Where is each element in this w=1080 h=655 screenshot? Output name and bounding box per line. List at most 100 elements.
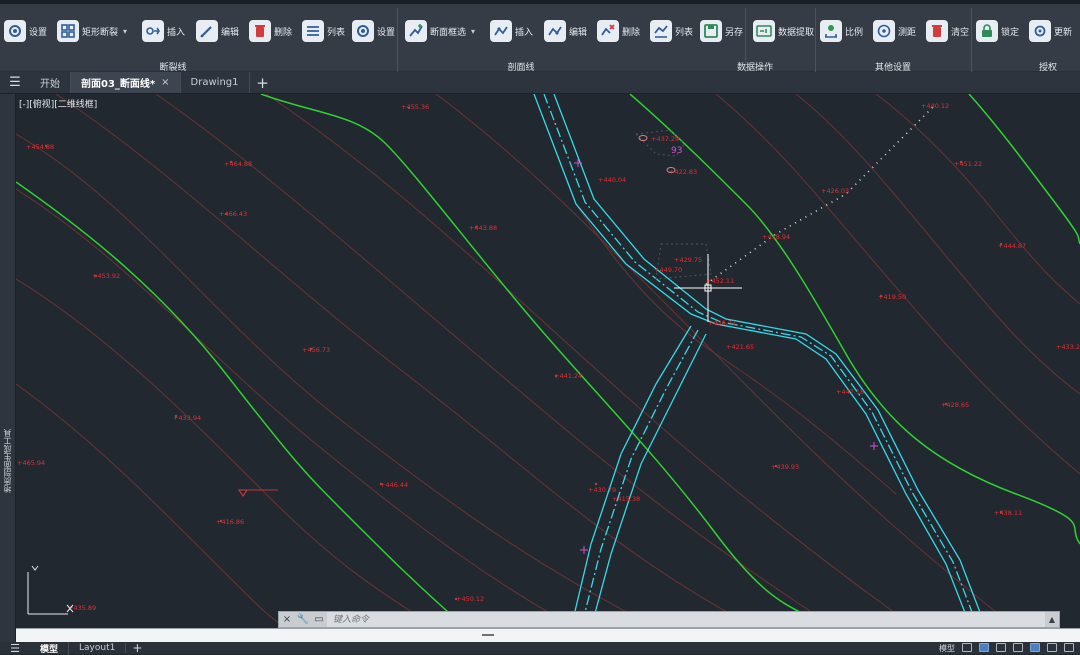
ribbon-button-label: 设置 [29,27,48,38]
tab-drawing1[interactable]: Drawing1 [181,72,250,93]
road-centerline [580,329,699,628]
elevation-label: +429.75 [674,256,702,264]
ribbon-button-label: 设置 [377,27,396,38]
new-layout-button[interactable]: + [126,641,148,655]
chevron-down-icon[interactable]: ▾ [471,27,475,36]
road-edge [533,94,972,628]
elevation-label: +465.94 [17,459,45,467]
contour-line [715,94,1080,475]
tab-start[interactable]: 开始 [30,72,71,93]
ribbon-button-label: 矩形断裂 [82,27,119,38]
elevation-label: +419.50 [878,293,906,301]
elevation-labels: +455.36 +454.88 +464.88 +466.43 +443.88 … [17,102,1080,612]
ribbon-button-insert[interactable]: 插入 [142,16,185,46]
scale-icon [820,20,842,42]
grid-toggle-icon[interactable] [962,642,972,652]
ribbon-button-list[interactable]: 列表 [302,16,345,46]
status-tools: 模型 [939,642,1080,654]
ribbon-separator [397,8,398,72]
ribbon-button-delete[interactable]: 删除 [249,16,292,46]
customize-icon[interactable] [1064,642,1074,652]
chevron-down-icon[interactable]: ▾ [123,27,127,36]
contour-line [16,278,437,628]
drawing-canvas[interactable]: 93 +455.36 +454.88 +464.88 +466.43 +443.… [16,94,1080,628]
ribbon-button-label: 锁定 [1001,27,1020,38]
ucs-icon [27,565,74,615]
ribbon-button-edit-2[interactable]: 编辑 [544,16,587,46]
command-history-icon[interactable]: ▭ [311,614,327,625]
new-tab-button[interactable]: + [250,72,276,93]
close-icon[interactable]: × [161,77,169,88]
contour-line [16,383,287,628]
ribbon-button-save-as[interactable]: 另存 [700,16,743,46]
model-space-toggle[interactable]: 模型 [939,643,955,654]
ribbon-button-extract[interactable]: 数据提取 [753,16,814,46]
elevation-label: +456.73 [302,346,330,354]
spot-points [44,106,1003,601]
contour-line [155,94,837,628]
tab-label: 剖面03_断面线* [81,79,156,90]
elevation-label: +438.11 [994,509,1022,517]
osnap-toggle-icon[interactable] [1030,642,1040,652]
ribbon-button-settings-2[interactable]: 设置 [352,16,395,46]
marker-label: 93 [671,146,682,156]
chevron-up-icon[interactable]: ▲ [1045,615,1059,624]
ribbon-button-section-select[interactable]: 断面框选 ▾ [405,16,475,46]
elevation-label: +426.03 [821,187,849,195]
elevation-label: +421.65 [726,343,754,351]
elevation-label: +446.44 [380,481,408,489]
menu-icon[interactable]: ☰ [0,72,30,93]
elevation-label: +466.43 [219,210,247,218]
gear-icon [4,20,26,42]
ribbon-button-label: 另存 [725,27,744,38]
elevation-label: +437.29 [651,135,679,143]
elevation-label: +433.20 [1056,343,1080,351]
ribbon-button-label: 编辑 [221,27,240,38]
ribbon-button-scale[interactable]: 比例 [820,16,863,46]
ribbon-button-clear[interactable]: 清空 [926,16,969,46]
major-contours [16,94,1080,628]
tab-section-drawing[interactable]: 剖面03_断面线* × [71,72,181,93]
tool-palette[interactable]: 地质剖面生成工具 [0,94,16,642]
ribbon-button-rect-break[interactable]: 矩形断裂 ▾ [57,16,127,46]
contour-line [55,94,757,628]
viewport-controls[interactable]: [-][俯视][二维线框] [19,97,97,110]
elevation-label: +444.87 [998,242,1026,250]
ribbon-button-edit[interactable]: 编辑 [196,16,239,46]
grid-icon [57,20,79,42]
ribbon-button-update[interactable]: 更新 [1029,16,1072,46]
elevation-label: +436.71 [708,319,736,327]
contour-line [265,94,917,628]
ribbon-button-insert-2[interactable]: 插入 [490,16,533,46]
elevation-label: +441.24 [554,372,582,380]
ribbon-button-list-2[interactable]: 列表 [650,16,693,46]
splitter-bar[interactable] [16,628,1080,642]
ribbon-button-settings[interactable]: 设置 [4,16,47,46]
ribbon-button-label: 编辑 [569,27,588,38]
road-edge [553,94,987,628]
lineweight-toggle-icon[interactable] [1047,642,1057,652]
layout-tab-model[interactable]: 模型 [30,641,70,655]
ortho-toggle-icon[interactable] [996,642,1006,652]
menu-icon[interactable]: ☰ [0,642,30,655]
command-input[interactable] [327,612,1045,627]
wrench-icon[interactable]: 🔧 [295,614,311,625]
ucs-y-arrow [31,565,39,571]
contour-line [795,94,1080,395]
close-icon[interactable]: × [279,614,295,625]
elevation-label: +422.83 [669,168,697,176]
target-icon [873,20,895,42]
ribbon-button-delete-2[interactable]: 删除 [597,16,640,46]
elevation-label: +455.36 [401,103,429,111]
ribbon: 设置 矩形断裂 ▾ 插入 编辑 删除 列表 设置 断面框选 ▾ 插入 编辑 删除… [0,4,1080,73]
ribbon-button-lock[interactable]: 锁定 [976,16,1019,46]
contour-line [16,188,577,628]
pencil-icon [196,20,218,42]
layout-tab-layout1[interactable]: Layout1 [69,643,127,653]
splitter-grip[interactable] [482,634,494,636]
elevation-label: +454.88 [26,143,54,151]
snap-toggle-icon[interactable] [979,642,989,652]
index-contour [16,181,467,628]
ribbon-button-measure[interactable]: 测距 [873,16,916,46]
polar-toggle-icon[interactable] [1013,642,1023,652]
